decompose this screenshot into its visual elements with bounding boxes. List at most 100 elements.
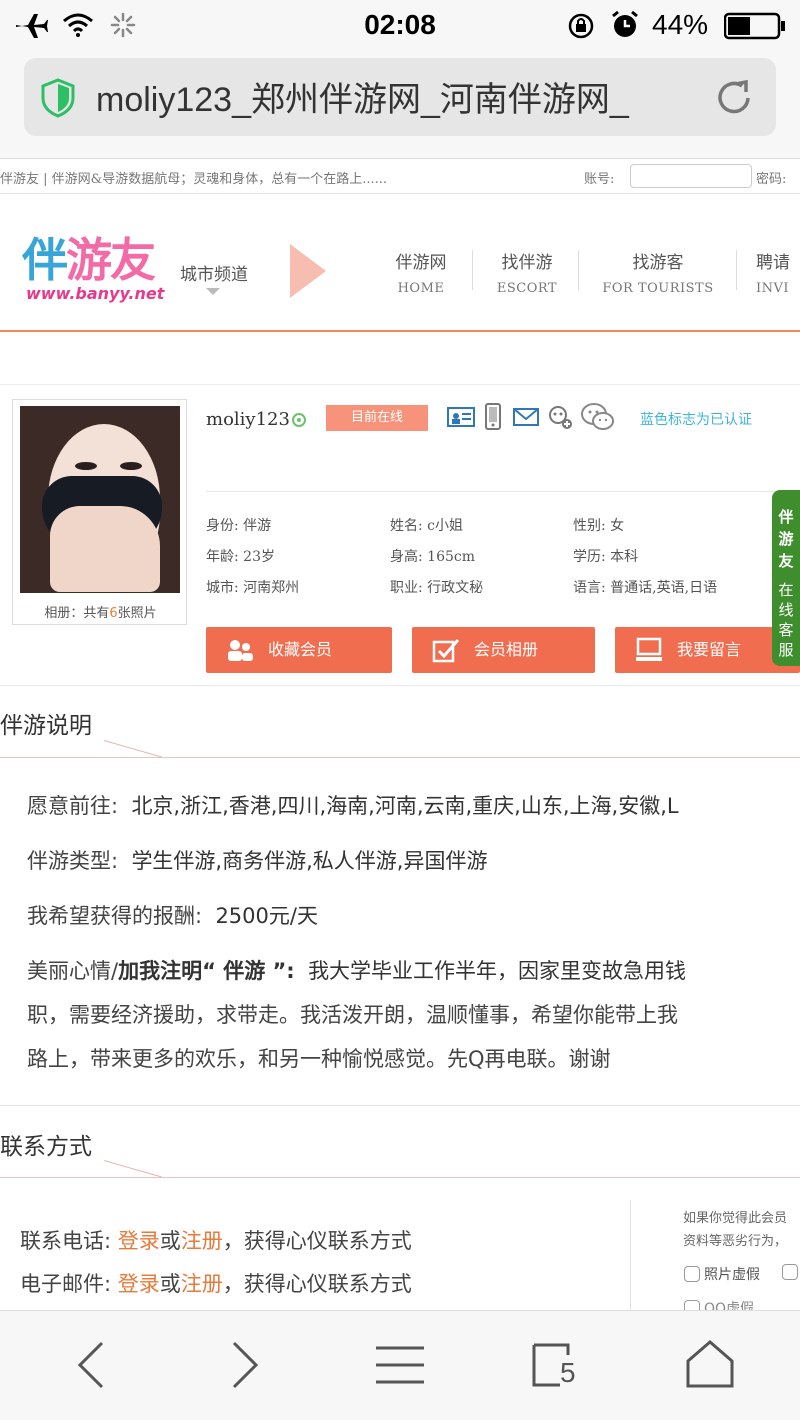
contact-suffix: ，获得心仪联系方式 (222, 1272, 412, 1296)
phone-label: 联系电话: (20, 1229, 112, 1253)
types-label: 伴游类型: (27, 849, 119, 873)
field-education: 学历: 本科 (573, 546, 638, 566)
album-count-text[interactable]: 相册：共有6张照片 (13, 602, 188, 621)
field-value: 本科 (610, 549, 639, 565)
site-logo[interactable]: 伴游友 (22, 224, 156, 290)
divider (206, 491, 800, 492)
field-height: 身高: 165cm (390, 546, 475, 566)
chevron-down-icon (206, 288, 220, 295)
field-label: 身高: (390, 549, 423, 565)
email-label: 电子邮件: (20, 1272, 112, 1296)
checkbox[interactable] (782, 1264, 798, 1280)
field-occupation: 职业: 行政文秘 (390, 577, 483, 597)
site-header: 伴游友 www.banyy.net 城市频道 伴游网 HOME 找伴游 ESCO… (0, 194, 800, 332)
back-icon[interactable] (74, 1339, 108, 1391)
field-label: 语言: (573, 580, 606, 596)
wechat-icon (581, 403, 614, 430)
field-value: 165cm (427, 549, 476, 565)
city-channel-dropdown[interactable]: 城市频道 (180, 260, 248, 295)
field-name: 姓名: c小姐 (390, 515, 463, 535)
city-channel-label: 城市频道 (180, 265, 248, 285)
home-icon[interactable] (684, 1339, 736, 1389)
section-title-accent (103, 740, 162, 758)
field-value: 河南郑州 (243, 580, 300, 596)
report-fake-photo-checkbox[interactable]: 照片虚假 (684, 1264, 760, 1284)
field-label: 性别: (573, 518, 606, 534)
field-value: 女 (610, 518, 625, 534)
profile-photo-frame[interactable]: 相册：共有6张照片 (12, 399, 187, 625)
checkbox-edit-icon (432, 639, 460, 663)
online-service-tab[interactable]: 伴游友 在线客服 (772, 490, 800, 666)
escort-types-row: 伴游类型: 学生伴游,商务伴游,私人伴游,异国伴游 (27, 845, 487, 875)
favorite-member-button[interactable]: 收藏会员 (206, 627, 392, 673)
nav-tourists-cn: 找游客 (632, 253, 684, 273)
site-tagline: 伴游友 | 伴游网&导游数据航母；灵魂和身体，总有一个在路上...... (0, 172, 388, 187)
field-value: 行政文秘 (427, 580, 484, 596)
field-label: 城市: (206, 580, 239, 596)
nav-home[interactable]: 伴游网 HOME (376, 248, 466, 296)
checkbox[interactable] (684, 1266, 700, 1282)
nav-invite-cn: 聘请 (756, 253, 790, 273)
tabs-button[interactable]: 5 (532, 1343, 580, 1388)
computer-icon (636, 637, 662, 661)
nav-divider (736, 250, 737, 290)
reward-value: 2500元/天 (215, 904, 318, 928)
login-link[interactable]: 登录 (118, 1272, 160, 1296)
browser-toolbar: moliy123_郑州伴游网_河南伴游网_ (0, 50, 800, 158)
profile-card: 相册：共有6张照片 moliy123 目前在线 蓝色标志为已认证 身份: 伴游 … (0, 384, 800, 686)
logo-url: www.banyy.net (26, 284, 165, 303)
mood-line-2: 职，需要经济援助，求带走。我活泼开朗，温顺懂事，希望你能带上我 (27, 1003, 678, 1027)
album-suffix: 张照片 (117, 606, 157, 621)
account-label: 账号: (584, 172, 615, 187)
forward-icon[interactable] (228, 1339, 262, 1391)
mood-label-b: 加我注明“ 伴游 ”: (118, 959, 295, 983)
nav-invite-en: INVI (756, 281, 790, 296)
report-note-line-2: 资料等恶劣行为， (683, 1234, 788, 1249)
side-tab-service: 在线客服 (778, 581, 794, 659)
nav-escort-cn: 找伴游 (501, 253, 553, 273)
field-label: 身份: (206, 518, 239, 534)
login-link[interactable]: 登录 (118, 1229, 160, 1253)
arrow-right-icon (290, 244, 326, 298)
users-icon (228, 640, 253, 661)
nav-invite[interactable]: 聘请 INVI (756, 248, 800, 296)
contact-email-row: 电子邮件: 登录或注册，获得心仪联系方式 (20, 1268, 412, 1298)
report-option-label: 照片虚假 (704, 1267, 760, 1283)
side-tab-brand: 伴游友 (778, 508, 794, 570)
section-divider (0, 757, 800, 758)
or-text: 或 (159, 1272, 181, 1296)
tab-count: 5 (560, 1357, 576, 1388)
account-input[interactable] (630, 164, 752, 188)
username: moliy123 (206, 409, 290, 430)
escort-section-title: 伴游说明 (0, 713, 92, 739)
destinations-row: 愿意前往: 北京,浙江,香港,四川,海南,河南,云南,重庆,山东,上海,安徽,L (27, 790, 679, 820)
site-top-strip: 伴游友 | 伴游网&导游数据航母；灵魂和身体，总有一个在路上...... 账号:… (0, 158, 800, 194)
logo-text-a: 伴 (22, 233, 68, 287)
profile-photo[interactable] (20, 406, 180, 593)
nav-home-en: HOME (397, 281, 445, 296)
field-gender: 性别: 女 (573, 515, 624, 535)
id-card-icon (447, 407, 475, 427)
password-label: 密码: (756, 172, 787, 187)
battery-icon (724, 12, 785, 40)
report-note-line-1: 如果你觉得此会员 (683, 1211, 788, 1226)
nav-divider (472, 250, 473, 290)
reload-icon[interactable] (712, 76, 756, 120)
mood-row: 美丽心情/加我注明“ 伴游 ”: 我大学毕业工作半年，因家里变故急用钱 (27, 955, 686, 985)
field-label: 职业: (390, 580, 423, 596)
address-bar[interactable]: moliy123_郑州伴游网_河南伴游网_ (24, 58, 776, 136)
register-link[interactable]: 注册 (181, 1272, 223, 1296)
nav-escort[interactable]: 找伴游 ESCORT (482, 248, 572, 296)
email-icon (513, 408, 539, 426)
verify-note: 蓝色标志为已认证 (640, 412, 752, 428)
field-label: 学历: (573, 549, 606, 565)
logo-text-b: 游友 (66, 233, 156, 287)
member-album-button[interactable]: 会员相册 (412, 627, 595, 673)
menu-icon[interactable] (376, 1345, 424, 1385)
mood-label-a: 美丽心情/ (27, 959, 119, 983)
nav-tourists[interactable]: 找游客 FOR TOURISTS (596, 248, 720, 296)
report-option-checkbox[interactable] (782, 1264, 800, 1281)
types-value: 学生伴游,商务伴游,私人伴游,异国伴游 (131, 849, 488, 873)
register-link[interactable]: 注册 (181, 1229, 223, 1253)
online-status-icon (292, 413, 306, 427)
